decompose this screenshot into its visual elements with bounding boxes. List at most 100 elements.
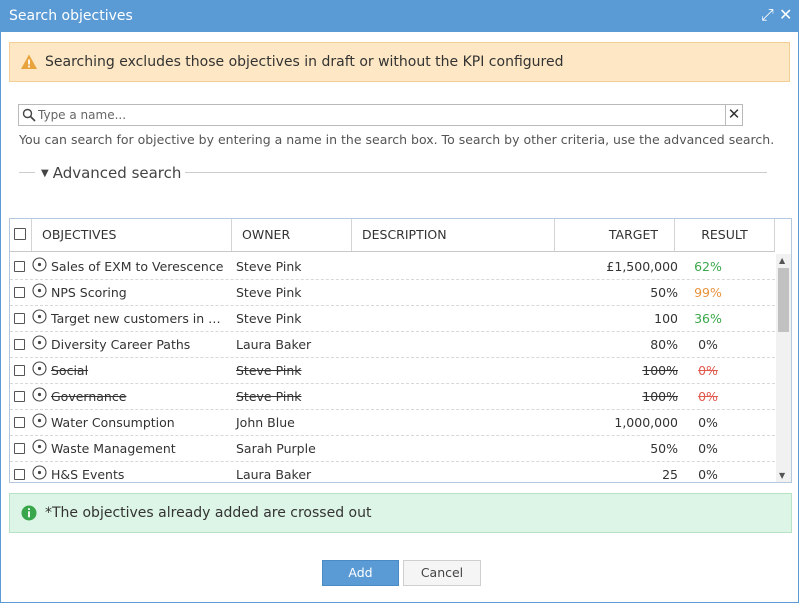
objective-result: 0% xyxy=(698,389,718,404)
maximize-icon[interactable]: ⤢ xyxy=(761,5,774,25)
column-description[interactable]: DESCRIPTION xyxy=(352,219,555,251)
row-checkbox[interactable] xyxy=(14,339,25,350)
objective-target: 80% xyxy=(650,337,678,352)
dialog-title: Search objectives xyxy=(9,8,133,24)
vertical-scrollbar[interactable]: ▲ ▼ xyxy=(776,254,791,482)
table-row[interactable]: Water Consumption John Blue 1,000,000 0% xyxy=(10,410,775,436)
warning-text: Searching excludes those objectives in d… xyxy=(45,54,564,70)
row-checkbox[interactable] xyxy=(14,443,25,454)
close-icon[interactable]: ✕ xyxy=(779,5,792,25)
row-checkbox[interactable] xyxy=(14,261,25,272)
objective-icon xyxy=(32,387,47,402)
search-icon xyxy=(22,108,36,122)
row-checkbox[interactable] xyxy=(14,365,25,376)
scroll-down-icon[interactable]: ▼ xyxy=(779,471,785,480)
warning-banner: Searching excludes those objectives in d… xyxy=(9,42,790,82)
row-checkbox[interactable] xyxy=(14,313,25,324)
table-row[interactable]: Sales of EXM to Verescence Steve Pink £1,5… xyxy=(10,254,775,280)
table-row[interactable]: NPS Scoring Steve Pink 50% 99% xyxy=(10,280,775,306)
objective-owner: Steve Pink xyxy=(236,389,302,404)
row-checkbox[interactable] xyxy=(14,391,25,402)
objective-name: NPS Scoring xyxy=(51,285,127,300)
objective-target: 100 xyxy=(654,311,678,326)
column-owner[interactable]: OWNER xyxy=(232,219,352,251)
scroll-up-icon[interactable]: ▲ xyxy=(779,256,785,265)
objective-target: 50% xyxy=(650,441,678,456)
objective-target: 25 xyxy=(662,467,678,482)
objective-target: £1,500,000 xyxy=(606,259,678,274)
search-objectives-dialog: Search objectives ⤢ ✕ Searching excludes… xyxy=(0,0,799,603)
objective-name: Sales of EXM to Verescence xyxy=(51,259,224,274)
row-checkbox[interactable] xyxy=(14,469,25,480)
objective-result: 0% xyxy=(698,337,718,352)
objective-owner: Laura Baker xyxy=(236,467,312,482)
objective-icon xyxy=(32,309,47,324)
objective-result: 0% xyxy=(698,415,718,430)
objective-name: Governance xyxy=(51,389,127,404)
table-body: Sales of EXM to Verescence Steve Pink £1,5… xyxy=(10,254,775,482)
objective-owner: Laura Baker xyxy=(236,337,312,352)
info-banner: *The objectives already added are crosse… xyxy=(9,493,792,533)
objective-target: 100% xyxy=(642,389,678,404)
objective-name: Social xyxy=(51,363,89,378)
row-checkbox[interactable] xyxy=(14,287,25,298)
info-icon xyxy=(21,505,37,521)
objective-name: Water Consumption xyxy=(51,415,175,430)
objective-owner: Steve Pink xyxy=(236,285,302,300)
caret-down-icon: ▼ xyxy=(41,168,49,179)
table-header: OBJECTIVES OWNER DESCRIPTION TARGET RESU… xyxy=(10,219,775,252)
column-result[interactable]: RESULT xyxy=(675,219,775,251)
objective-owner: Steve Pink xyxy=(236,259,302,274)
objective-icon xyxy=(32,283,47,298)
search-input[interactable] xyxy=(38,106,718,124)
clear-search-button[interactable]: ✕ xyxy=(725,104,743,126)
objective-result: 0% xyxy=(698,467,718,482)
objective-target: 50% xyxy=(650,285,678,300)
objective-icon xyxy=(32,413,47,428)
objective-owner: Sarah Purple xyxy=(236,441,316,456)
table-row[interactable]: Waste Management Sarah Purple 50% 0% xyxy=(10,436,775,462)
table-row[interactable]: H&S Events Laura Baker 25 0% xyxy=(10,462,775,482)
objective-result: 0% xyxy=(698,363,718,378)
objective-result: 99% xyxy=(694,285,722,300)
table-row[interactable]: Governance Steve Pink 100% 0% xyxy=(10,384,775,410)
objective-name: H&S Events xyxy=(51,467,125,482)
cancel-button[interactable]: Cancel xyxy=(403,560,481,586)
table-row[interactable]: Social Steve Pink 100% 0% xyxy=(10,358,775,384)
objective-name: Diversity Career Paths xyxy=(51,337,191,352)
search-box xyxy=(18,104,726,126)
header-select-cell xyxy=(10,219,32,251)
table-row[interactable]: Target new customers in U... Steve Pink 10… xyxy=(10,306,775,332)
scrollbar-thumb[interactable] xyxy=(778,268,789,332)
add-button[interactable]: Add xyxy=(322,560,399,586)
column-target[interactable]: TARGET xyxy=(555,219,675,251)
objective-target: 1,000,000 xyxy=(614,415,678,430)
objective-target: 100% xyxy=(642,363,678,378)
advanced-search-label: Advanced search xyxy=(52,164,182,182)
objective-name: Target new customers in U... xyxy=(51,311,227,326)
warning-icon xyxy=(21,54,37,69)
info-text: *The objectives already added are crosse… xyxy=(45,505,372,521)
objective-icon xyxy=(32,335,47,350)
objective-owner: Steve Pink xyxy=(236,363,302,378)
objective-icon xyxy=(32,257,47,272)
objective-owner: John Blue xyxy=(236,415,295,430)
objective-icon xyxy=(32,439,47,454)
column-objectives[interactable]: OBJECTIVES xyxy=(32,219,232,251)
advanced-search-toggle[interactable]: ▼ Advanced search xyxy=(41,164,181,182)
objective-owner: Steve Pink xyxy=(236,311,302,326)
objective-result: 36% xyxy=(694,311,722,326)
objective-result: 0% xyxy=(698,441,718,456)
row-checkbox[interactable] xyxy=(14,417,25,428)
divider xyxy=(185,172,767,173)
objective-result: 62% xyxy=(694,259,722,274)
objective-icon xyxy=(32,361,47,376)
objectives-table: OBJECTIVES OWNER DESCRIPTION TARGET RESU… xyxy=(9,218,792,483)
divider xyxy=(19,172,35,173)
select-all-checkbox[interactable] xyxy=(14,228,26,240)
table-row[interactable]: Diversity Career Paths Laura Baker 80% 0% xyxy=(10,332,775,358)
objective-name: Waste Management xyxy=(51,441,176,456)
objective-icon xyxy=(32,465,47,480)
dialog-titlebar: Search objectives ⤢ ✕ xyxy=(1,1,798,32)
search-hint: You can search for objective by entering… xyxy=(19,132,775,147)
